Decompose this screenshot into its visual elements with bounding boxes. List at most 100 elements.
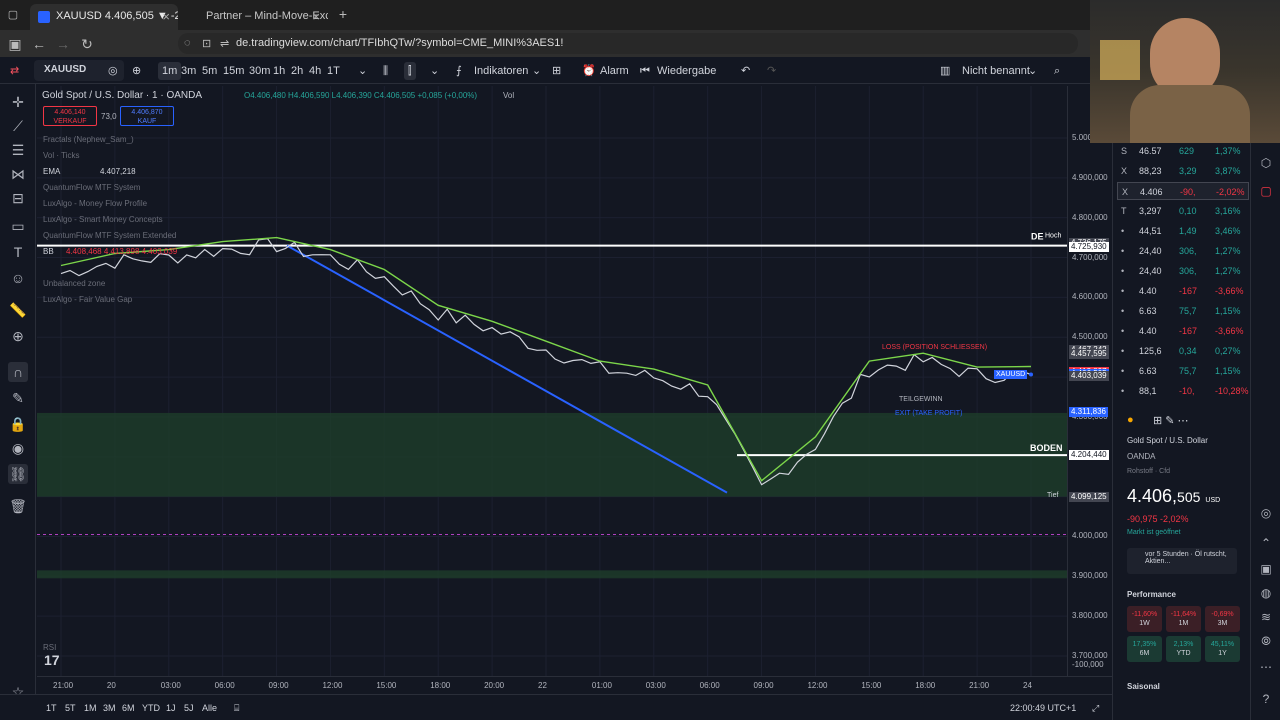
clock-readout[interactable]: 22:00:49 UTC+1 (1010, 703, 1076, 713)
sell-button[interactable]: 4.406,140 VERKAUF (43, 106, 97, 126)
bar-style-icon[interactable]: ⫼ (383, 62, 388, 80)
interval-1h[interactable]: 1h (273, 62, 285, 80)
emoji-icon[interactable]: ☺ (8, 268, 28, 288)
range-5t[interactable]: 5T (65, 703, 76, 713)
interval-30m[interactable]: 30m (249, 62, 270, 80)
watchlist-row[interactable]: T 3,297 0,10 3,16% (1117, 202, 1249, 220)
pencil-icon[interactable]: ✎ (8, 388, 28, 408)
watchlist-row[interactable]: • 44,51 1,49 3,46% (1117, 222, 1249, 240)
chevron-down-icon[interactable]: ⌄ (430, 62, 439, 80)
indicator-label[interactable]: QuantumFlow MTF System Extended (43, 231, 176, 240)
rsi-label[interactable]: RSI (43, 643, 56, 652)
reload-icon[interactable]: ↻ (78, 35, 96, 53)
watchlist-row[interactable]: • 88,1 -10, -10,28% (1117, 382, 1249, 400)
time-axis[interactable]: 21:00 20 03:00 06:00 09:00 12:00 15:00 18:00 20:… (37, 676, 1112, 694)
close-icon[interactable]: × (162, 9, 170, 24)
more-icon[interactable]: ⋯ (1257, 658, 1275, 676)
close-icon[interactable]: × (312, 9, 320, 24)
tab-partner[interactable]: Partner – Mind-Move-Excel × (180, 4, 328, 30)
range-alle[interactable]: Alle (202, 703, 217, 713)
range-1m[interactable]: 1M (84, 703, 97, 713)
interval-5m[interactable]: 5m (202, 62, 217, 80)
new-tab-icon[interactable]: + (334, 5, 352, 23)
user-menu-icon[interactable]: ⇄ (10, 62, 19, 80)
url-field[interactable]: ◌ ⊡ ⇌ de.tradingview.com/chart/TFIbhQTw/… (178, 33, 1078, 54)
range-1t[interactable]: 1T (46, 703, 57, 713)
news-item[interactable]: vor 5 Stunden · Öl rutscht, Aktien... (1127, 548, 1237, 574)
indicator-label[interactable]: Fractals (Nephew_Sam_) (43, 135, 134, 144)
lock-icon[interactable]: 🔒 (8, 414, 28, 434)
window-icon[interactable]: ▣ (6, 35, 24, 53)
watchlist-icon[interactable]: ⬡ (1257, 154, 1275, 172)
interval-15m[interactable]: 15m (223, 62, 244, 80)
indicator-label[interactable]: LuxAlgo - Money Flow Profile (43, 199, 147, 208)
compare-icon[interactable]: ◎ (108, 62, 118, 80)
candle-style-icon[interactable]: ⫿ (404, 62, 416, 80)
text-icon[interactable]: T (8, 242, 28, 262)
trendline-icon[interactable]: ⟋ (8, 116, 28, 136)
buy-button[interactable]: 4.406,870 KAUF (120, 106, 174, 126)
search-icon[interactable]: ⌕ (1054, 62, 1060, 80)
watchlist-row[interactable]: X 88,23 3,29 3,87% (1117, 162, 1249, 180)
alarm-button[interactable]: Alarm (600, 62, 629, 80)
chevron-up-icon[interactable]: ⌃ (1257, 534, 1275, 552)
calendar-icon[interactable]: ⌸ (234, 703, 239, 714)
indicators-button[interactable]: Indikatoren (474, 62, 528, 80)
range-1j[interactable]: 1J (166, 703, 176, 713)
tab-tradingview[interactable]: XAUUSD 4.406,505 ▼ -2,02% I × (30, 4, 178, 30)
trash-icon[interactable]: 🗑 (8, 496, 28, 516)
details-toolbar-icons[interactable]: ⊞ ✎ ⋯ (1153, 414, 1189, 427)
range-6m[interactable]: 6M (122, 703, 135, 713)
range-5j[interactable]: 5J (184, 703, 194, 713)
interval-1m[interactable]: 1m (158, 62, 182, 80)
rectangle-icon[interactable]: ▭ (8, 216, 28, 236)
calendar-icon[interactable]: ▣ (1257, 560, 1275, 578)
watchlist-row[interactable]: X 4.406 -90, -2,02% (1117, 182, 1249, 200)
performance-cell[interactable]: -0,69% 3M (1205, 606, 1240, 632)
interval-1t[interactable]: 1T (327, 62, 340, 80)
forward-icon[interactable]: → (54, 35, 72, 53)
zoom-icon[interactable]: ⊕ (8, 326, 28, 346)
chevron-down-icon[interactable]: ⌄ (358, 62, 367, 80)
target-icon[interactable]: ◎ (1257, 504, 1275, 522)
watchlist-row[interactable]: S 46.57 629 1,37% (1117, 142, 1249, 160)
replay-button[interactable]: Wiedergabe (657, 62, 716, 80)
crosshair-icon[interactable]: ✛ (8, 92, 28, 112)
magnet-icon[interactable]: ∩ (8, 362, 28, 382)
indicator-label[interactable]: Unbalanced zone (43, 279, 105, 288)
signal-icon[interactable]: ≋ (1257, 608, 1275, 626)
indicator-label[interactable]: Vol · Ticks (43, 151, 79, 160)
watchlist-row[interactable]: • 4.40 -167 -3,66% (1117, 322, 1249, 340)
indicator-label[interactable]: LuxAlgo - Smart Money Concepts (43, 215, 163, 224)
performance-cell[interactable]: 45,11% 1Y (1205, 636, 1240, 662)
performance-cell[interactable]: 17,35% 6M (1127, 636, 1162, 662)
horizontal-lines-icon[interactable]: ☰ (8, 140, 28, 160)
performance-cell[interactable]: -11,60% 1W (1127, 606, 1162, 632)
help-icon[interactable]: ? (1257, 690, 1275, 708)
detail-name[interactable]: Gold Spot / U.S. Dollar (1127, 436, 1208, 445)
back-icon[interactable]: ← (30, 35, 48, 53)
fib-icon[interactable]: ⊟ (8, 188, 28, 208)
indicator-label[interactable]: BB (43, 247, 54, 256)
watchlist-row[interactable]: • 6.63 75,7 1,15% (1117, 362, 1249, 380)
link-icon[interactable]: ⛓ (8, 464, 28, 484)
ruler-icon[interactable]: 📏 (8, 300, 28, 320)
watchlist-row[interactable]: • 6.63 75,7 1,15% (1117, 302, 1249, 320)
chevron-down-icon[interactable]: ⌄ (532, 62, 541, 80)
layout-name-button[interactable]: Nicht benannt (962, 62, 1030, 80)
redo-icon[interactable]: ↷ (767, 62, 776, 80)
indicator-label[interactable]: EMA (43, 167, 60, 176)
watchlist-row[interactable]: • 4.40 -167 -3,66% (1117, 282, 1249, 300)
price-chart[interactable]: DE Hoch BODEN Tief LOSS (POSITION SCHLIESSEN… (37, 86, 1067, 676)
indicator-label[interactable]: QuantumFlow MTF System (43, 183, 140, 192)
interval-4h[interactable]: 4h (309, 62, 321, 80)
pattern-icon[interactable]: ⋈ (8, 164, 28, 184)
watchlist-row[interactable]: • 125,6 0,34 0,27% (1117, 342, 1249, 360)
range-3m[interactable]: 3M (103, 703, 116, 713)
maximize-icon[interactable]: ⤢ (1092, 703, 1099, 714)
watchlist-row[interactable]: • 24,40 306, 1,27% (1117, 242, 1249, 260)
indicator-label[interactable]: LuxAlgo - Fair Value Gap (43, 295, 132, 304)
stream-icon[interactable]: ⦾ (1257, 632, 1275, 650)
broadcast-icon[interactable]: ◍ (1257, 584, 1275, 602)
tab-menu-icon[interactable]: ▢ (4, 6, 22, 24)
